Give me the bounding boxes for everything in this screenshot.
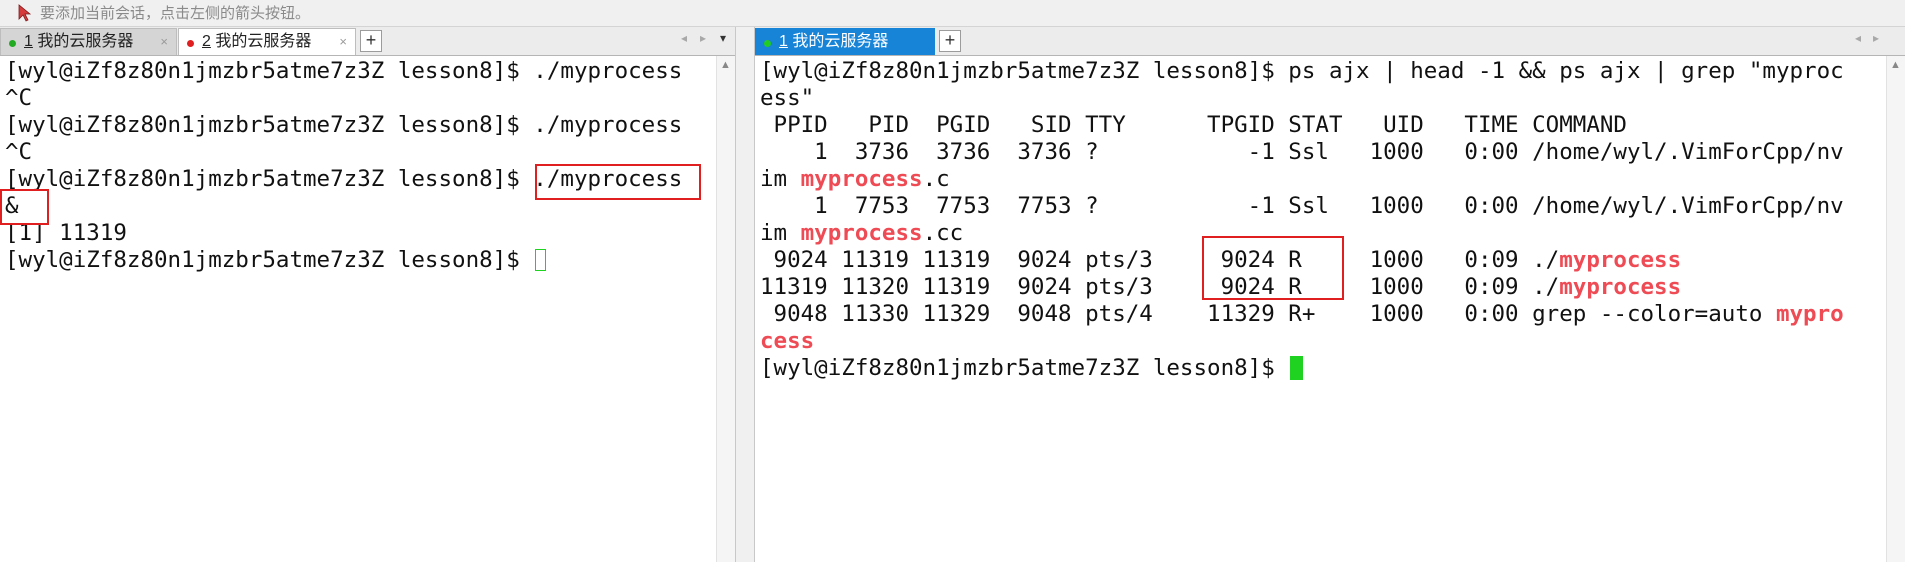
left-terminal-pane: 1 我的云服务器 × 2 我的云服务器 × + ◂ ▸ ▾ [wyl@iZf8z… (0, 27, 735, 562)
terminal-line: & (5, 193, 19, 219)
terminal-line: 1 7753 7753 7753 ? -1 Ssl 1000 0:00 /hom… (760, 193, 1844, 219)
terminal-line: ^C (5, 139, 33, 165)
terminal-line: [wyl@iZf8z80n1jmzbr5atme7z3Z lesson8]$ .… (5, 166, 683, 192)
left-scrollbar[interactable]: ▲ (716, 56, 735, 562)
left-terminal-output[interactable]: [wyl@iZf8z80n1jmzbr5atme7z3Z lesson8]$ .… (0, 56, 735, 562)
right-terminal-pane: 1 我的云服务器 + ◂ ▸ [wyl@iZf8z80n1jmzbr5atme7… (755, 27, 1905, 562)
status-dot-red (187, 40, 194, 47)
pane-splitter[interactable] (735, 27, 755, 562)
ps-header-line: PPID PID PGID SID TTY TPGID STAT UID TIM… (760, 112, 1627, 138)
terminal-line: im myprocess.c (760, 166, 950, 192)
close-icon[interactable]: × (160, 29, 168, 55)
terminal-line: [1] 11319 (5, 220, 127, 246)
tab-session-1[interactable]: 1 我的云服务器 × (0, 28, 177, 55)
tab-session-1-active[interactable]: 1 我的云服务器 (755, 28, 935, 55)
terminal-line: im myprocess.cc (760, 220, 964, 246)
status-dot-green (764, 40, 771, 47)
terminal-line: 9024 11319 11319 9024 pts/3 9024 R 1000 … (760, 247, 1682, 273)
status-dot-green (9, 40, 16, 47)
scroll-up-icon[interactable]: ▲ (720, 59, 731, 71)
scroll-up-icon[interactable]: ▲ (1890, 59, 1901, 71)
right-terminal-output[interactable]: [wyl@iZf8z80n1jmzbr5atme7z3Z lesson8]$ p… (755, 56, 1905, 562)
terminal-prompt-line: [wyl@iZf8z80n1jmzbr5atme7z3Z lesson8]$ (5, 247, 547, 274)
terminal-line: 1 3736 3736 3736 ? -1 Ssl 1000 0:00 /hom… (760, 139, 1844, 165)
close-icon[interactable]: × (339, 29, 347, 55)
add-tab-button[interactable]: + (360, 30, 382, 52)
arrow-pointer-icon[interactable] (17, 4, 33, 22)
tab-list-dropdown-icon[interactable]: ▾ (720, 31, 726, 45)
terminal-line: [wyl@iZf8z80n1jmzbr5atme7z3Z lesson8]$ .… (5, 112, 683, 138)
tab-scroll-left-icon[interactable]: ◂ (681, 31, 687, 45)
terminal-line: [wyl@iZf8z80n1jmzbr5atme7z3Z lesson8]$ p… (760, 58, 1844, 84)
terminal-cursor (535, 249, 547, 271)
terminal-cursor (1290, 356, 1304, 380)
terminal-line: ^C (5, 85, 33, 111)
terminal-line: 11319 11320 11319 9024 pts/3 9024 R 1000… (760, 274, 1682, 300)
tab-session-2[interactable]: 2 我的云服务器 × (178, 28, 356, 55)
add-tab-button[interactable]: + (939, 30, 961, 52)
session-hint-bar: 要添加当前会话，点击左侧的箭头按钮。 (0, 0, 1905, 27)
tab-scroll-right-icon[interactable]: ▸ (1873, 31, 1879, 45)
terminal-line: 9048 11330 11329 9048 pts/4 11329 R+ 100… (760, 301, 1844, 327)
terminal-prompt-line: [wyl@iZf8z80n1jmzbr5atme7z3Z lesson8]$ (760, 355, 1304, 382)
terminal-line: [wyl@iZf8z80n1jmzbr5atme7z3Z lesson8]$ .… (5, 58, 683, 84)
tab-scroll-right-icon[interactable]: ▸ (700, 31, 706, 45)
hint-text: 要添加当前会话，点击左侧的箭头按钮。 (40, 5, 311, 22)
right-tab-bar: 1 我的云服务器 + ◂ ▸ (755, 27, 1905, 56)
terminal-line: ess" (760, 85, 815, 111)
tab-scroll-left-icon[interactable]: ◂ (1855, 31, 1861, 45)
terminal-line: cess (760, 328, 815, 354)
right-scrollbar[interactable]: ▲ (1886, 56, 1905, 562)
left-tab-bar: 1 我的云服务器 × 2 我的云服务器 × + ◂ ▸ ▾ (0, 27, 735, 56)
